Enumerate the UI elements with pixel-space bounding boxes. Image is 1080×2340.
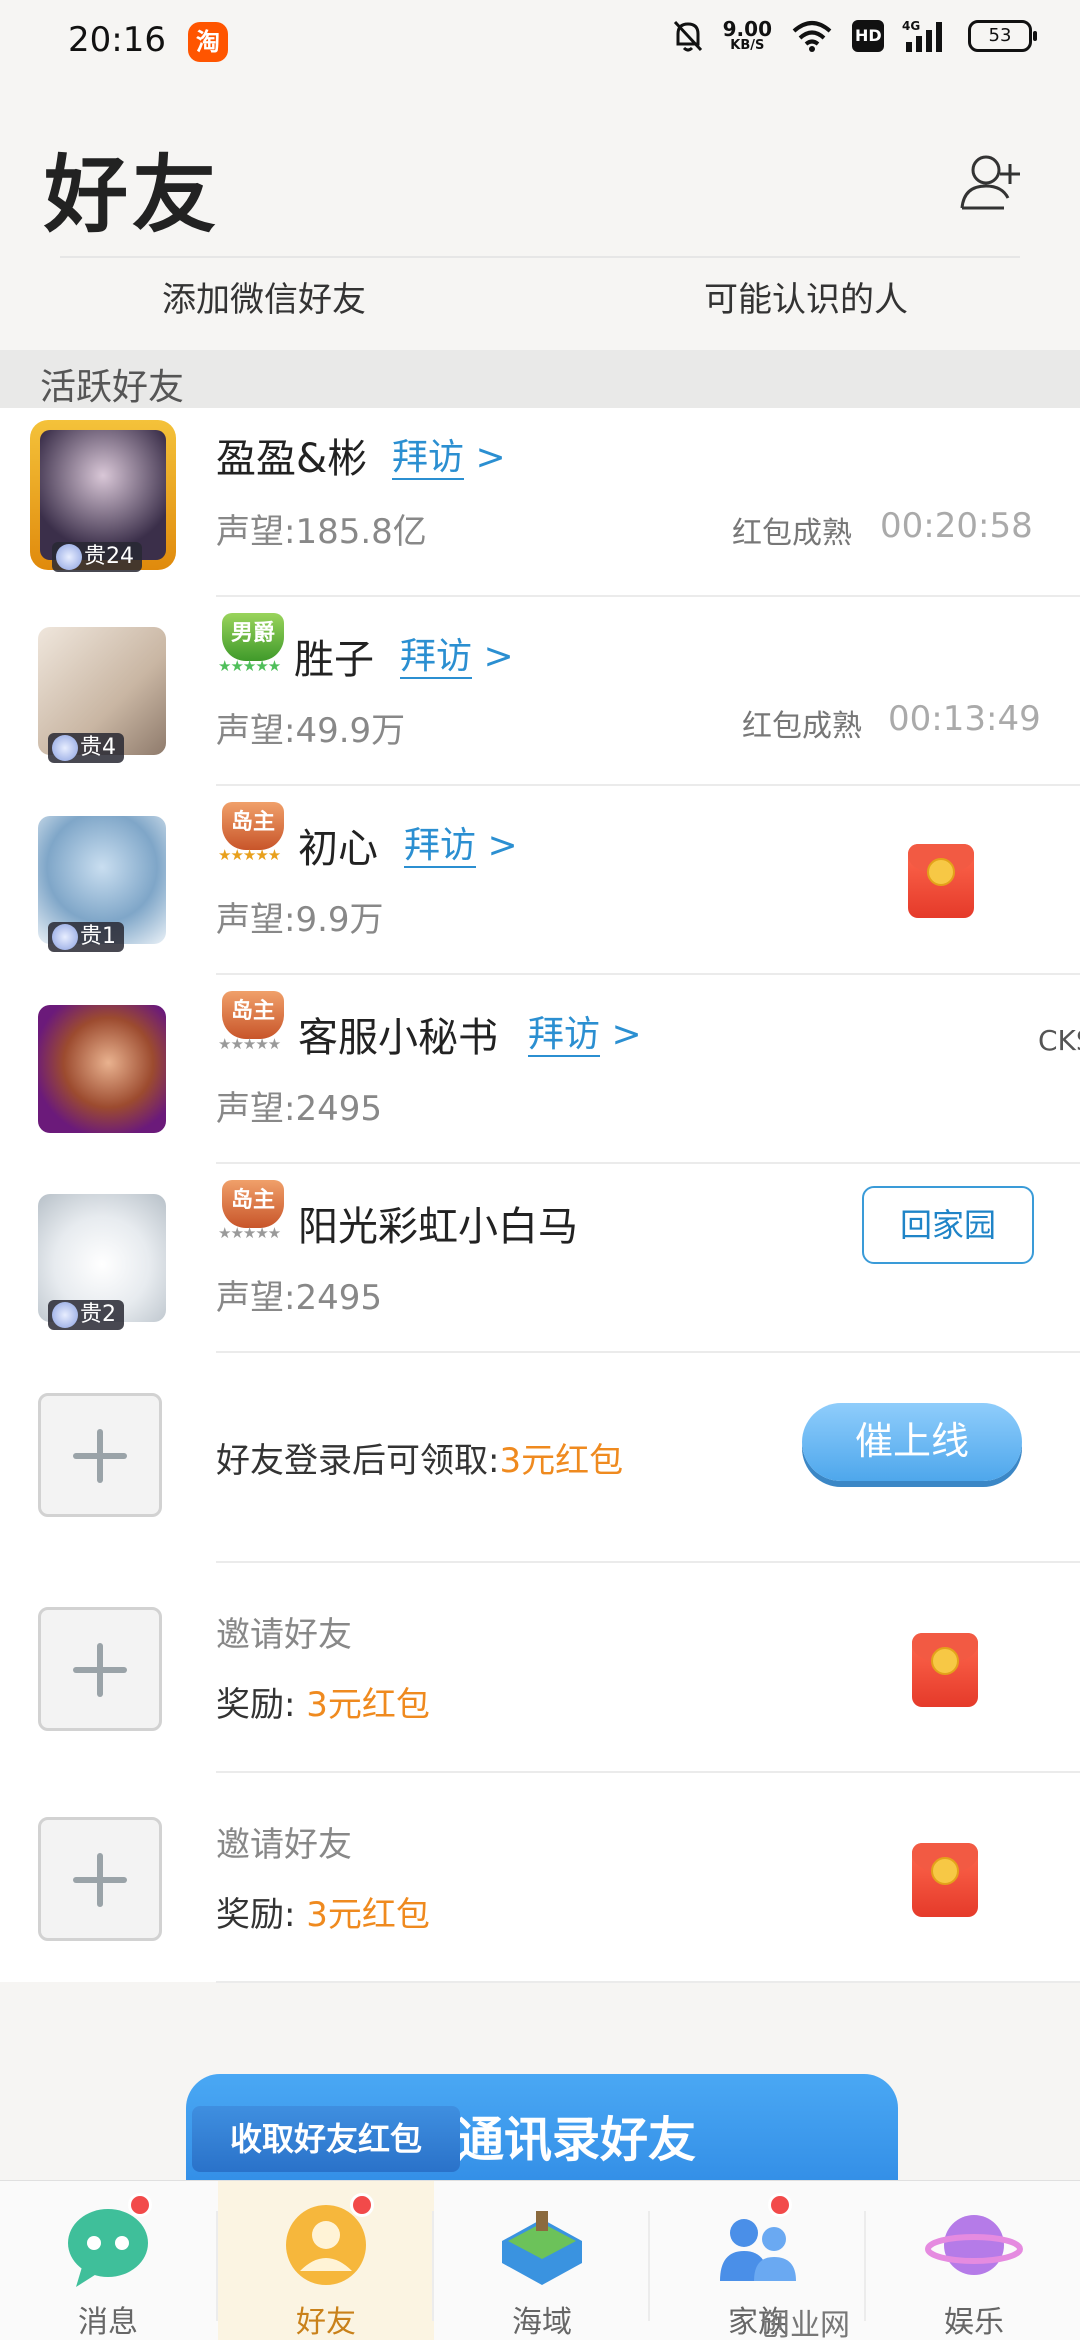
net-speed: 9.00 KB/S xyxy=(723,19,772,53)
vip-badge: 贵2 xyxy=(48,1300,124,1330)
wifi-icon xyxy=(792,21,832,52)
visit-link[interactable]: 拜访 > xyxy=(400,627,514,679)
prestige: 声望:9.9万 xyxy=(216,900,384,940)
section-title: 活跃好友 xyxy=(40,367,185,408)
redpacket-icon[interactable] xyxy=(912,1843,978,1917)
battery-icon: 53 xyxy=(968,20,1037,52)
visit-link[interactable]: 拜访 > xyxy=(392,428,506,480)
add-slot-button[interactable] xyxy=(38,1393,162,1517)
login-reward-row: 好友登录后可领取:3元红包 催上线 xyxy=(0,1353,1080,1563)
friend-name: 阳光彩虹小白马 xyxy=(298,1204,578,1250)
redpacket-timer: 00:13:49 xyxy=(888,699,1041,739)
friend-list: 贵24 盈盈&彬 拜访 > 声望:185.8亿 红包成熟 00:20:58 贵4… xyxy=(0,408,1080,1983)
invite-title: 邀请好友 xyxy=(216,1825,352,1865)
prestige: 声望:185.8亿 xyxy=(216,512,427,552)
friend-row[interactable]: 岛主 ★★★★★ 客服小秘书 拜访 > 声望:2495 xyxy=(0,975,1080,1164)
friend-row[interactable]: 贵4 男爵 ★★★★★ 胜子 拜访 > 声望:49.9万 红包成熟 00:13:… xyxy=(0,597,1080,786)
vip-badge: 贵24 xyxy=(52,542,142,572)
watermark: 创业网www.cywz1.com xyxy=(760,2308,850,2340)
collect-redpacket-tag[interactable]: 收取好友红包 xyxy=(192,2106,460,2172)
section-header: 活跃好友 xyxy=(0,350,1080,408)
go-home-button[interactable]: 回家园 xyxy=(862,1186,1034,1264)
people-you-may-know-link[interactable]: 可能认识的人 xyxy=(704,272,908,321)
invite-reward: 奖励: 3元红包 xyxy=(216,1685,430,1725)
status-bar: 20:16 淘 9.00 KB/S HD 4G 53 xyxy=(0,0,1080,80)
tab-label: 海域 xyxy=(512,2305,572,2340)
urge-online-button[interactable]: 催上线 xyxy=(802,1403,1022,1481)
friend-row[interactable]: 贵1 岛主 ★★★★★ 初心 拜访 > 声望:9.9万 xyxy=(0,786,1080,975)
status-time: 20:16 xyxy=(68,20,166,60)
redpacket-timer: 00:20:58 xyxy=(880,506,1033,546)
vip-badge: 贵4 xyxy=(48,733,124,763)
prestige: 声望:2495 xyxy=(216,1278,382,1318)
prestige: 声望:49.9万 xyxy=(216,711,406,751)
invite-reward: 奖励: 3元红包 xyxy=(216,1895,430,1935)
notification-dot xyxy=(128,2193,152,2217)
notification-dot xyxy=(350,2193,374,2217)
row-divider xyxy=(216,1981,1080,1983)
friend-name: 客服小秘书 xyxy=(298,1015,498,1061)
tab-messages[interactable]: 消息 xyxy=(0,2181,216,2340)
add-slot-button[interactable] xyxy=(38,1817,162,1941)
rank-baron-icon: 男爵 ★★★★★ xyxy=(216,611,288,675)
page-title: 好友 xyxy=(44,146,221,244)
avatar[interactable] xyxy=(38,1005,166,1133)
prestige: 声望:2495 xyxy=(216,1089,382,1129)
notification-dot xyxy=(768,2193,792,2217)
planet-icon xyxy=(925,2215,1023,2275)
visit-link[interactable]: 拜访 > xyxy=(404,816,518,868)
redpacket-icon[interactable] xyxy=(912,1633,978,1707)
redpacket-status: 红包成熟 xyxy=(742,709,862,744)
svg-text:4G: 4G xyxy=(902,19,920,33)
net-speed-unit: KB/S xyxy=(730,38,765,53)
rank-island-owner-icon: 岛主 ★★★★★ xyxy=(216,800,288,864)
friend-name: 盈盈&彬 xyxy=(216,436,368,482)
rank-island-owner-icon: 岛主 ★★★★★ xyxy=(216,1178,288,1242)
tab-label: 消息 xyxy=(78,2305,138,2340)
redpacket-icon[interactable] xyxy=(908,844,974,918)
add-slot-button[interactable] xyxy=(38,1607,162,1731)
invite-row[interactable]: 邀请好友 奖励: 3元红包 xyxy=(0,1773,1080,1983)
redpacket-status: 红包成熟 xyxy=(732,516,852,551)
signal-icon: 4G xyxy=(902,19,942,52)
hd-icon: HD xyxy=(852,20,884,52)
tab-label: 好友 xyxy=(296,2305,356,2340)
visit-link[interactable]: 拜访 > xyxy=(528,1005,642,1057)
login-reward-text: 好友登录后可领取:3元红包 xyxy=(216,1441,624,1481)
side-mark: CKSY xyxy=(1038,1024,1080,1057)
promo-title: 通讯录好友 xyxy=(456,2112,697,2168)
add-wechat-friend-link[interactable]: 添加微信好友 xyxy=(162,272,366,321)
invite-row[interactable]: 邀请好友 奖励: 3元红包 xyxy=(0,1563,1080,1773)
rank-island-owner-icon: 岛主 ★★★★★ xyxy=(216,989,288,1053)
status-icons: 9.00 KB/S HD 4G 53 xyxy=(671,18,1037,54)
friend-row[interactable]: 贵24 盈盈&彬 拜访 > 声望:185.8亿 红包成熟 00:20:58 xyxy=(0,408,1080,597)
family-icon xyxy=(720,2219,796,2281)
friend-name: 初心 xyxy=(298,826,378,872)
taobao-notification-icon: 淘 xyxy=(188,22,228,62)
vip-badge: 贵1 xyxy=(48,922,124,952)
header-divider xyxy=(60,256,1020,258)
invite-title: 邀请好友 xyxy=(216,1615,352,1655)
tab-sea[interactable]: 海域 xyxy=(434,2181,650,2340)
add-friend-icon[interactable] xyxy=(958,150,1026,214)
tab-friends[interactable]: 好友 xyxy=(218,2181,434,2340)
friend-row[interactable]: 贵2 岛主 ★★★★★ 阳光彩虹小白马 声望:2495 回家园 xyxy=(0,1164,1080,1353)
island-icon xyxy=(502,2211,582,2285)
friend-name: 胜子 xyxy=(294,637,374,683)
bell-off-icon xyxy=(673,20,702,52)
